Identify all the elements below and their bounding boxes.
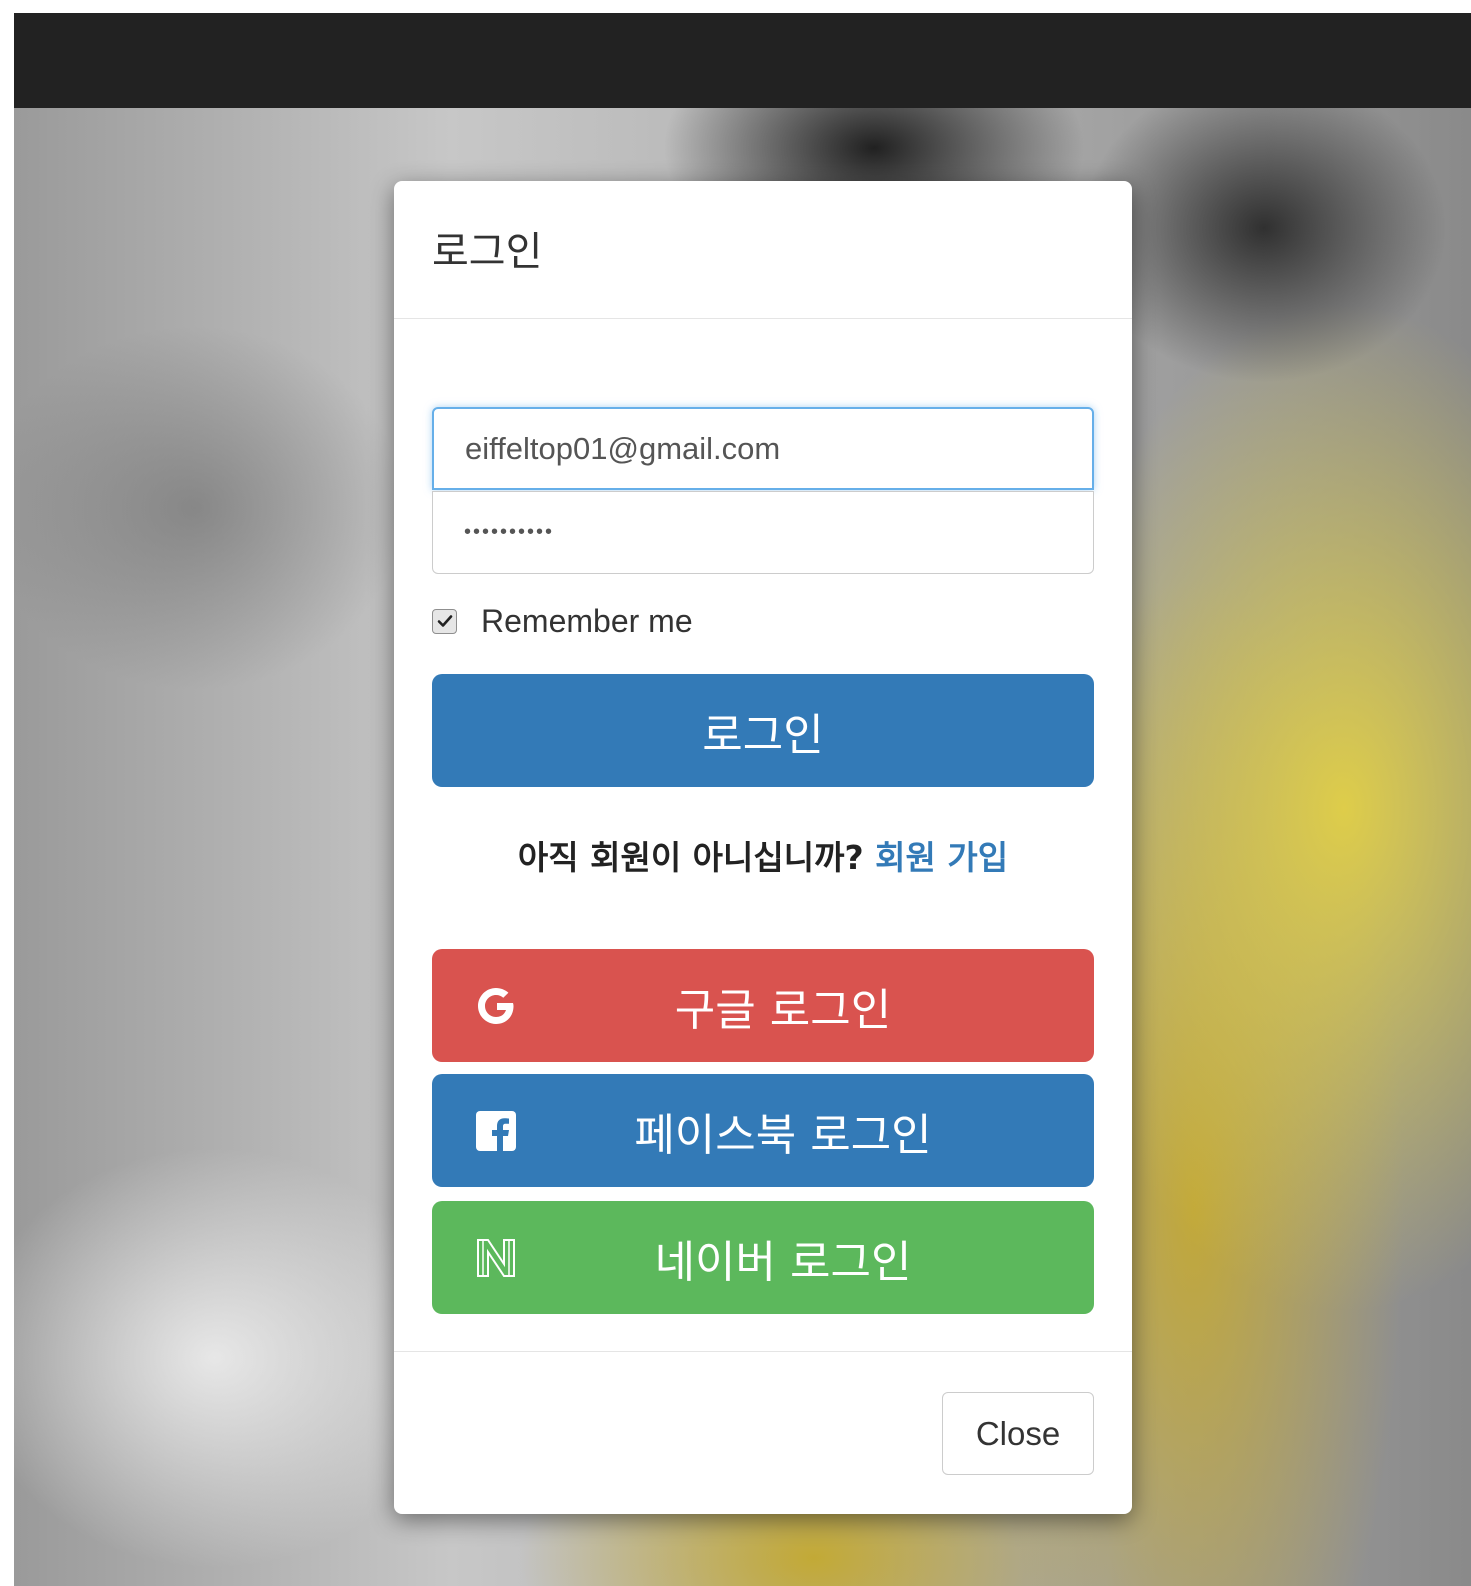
modal-header: 로그인 bbox=[394, 181, 1132, 319]
modal-footer: Close bbox=[394, 1352, 1132, 1514]
login-button-label: 로그인 bbox=[702, 709, 824, 761]
email-input[interactable] bbox=[432, 407, 1094, 490]
signup-link[interactable]: 회원 가입 bbox=[875, 838, 1008, 877]
naver-icon bbox=[472, 1234, 520, 1282]
login-modal: 로그인 Remember me 로그인 아직 회원이 아니십니까? 회원 가입 bbox=[394, 181, 1132, 1514]
close-button[interactable]: Close bbox=[942, 1392, 1094, 1475]
google-icon bbox=[472, 982, 520, 1030]
google-login-button[interactable]: 구글 로그인 bbox=[432, 949, 1094, 1062]
login-button[interactable]: 로그인 bbox=[432, 674, 1094, 787]
facebook-icon bbox=[472, 1107, 520, 1155]
facebook-login-button[interactable]: 페이스북 로그인 bbox=[432, 1074, 1094, 1187]
google-login-label: 구글 로그인 bbox=[674, 984, 892, 1036]
remember-me-row[interactable]: Remember me bbox=[432, 601, 693, 641]
modal-body: Remember me 로그인 아직 회원이 아니십니까? 회원 가입 구글 로… bbox=[394, 319, 1132, 1352]
page-frame: 로그인 Remember me 로그인 아직 회원이 아니십니까? 회원 가입 bbox=[14, 13, 1471, 1586]
naver-login-label: 네이버 로그인 bbox=[654, 1236, 912, 1288]
remember-me-label: Remember me bbox=[481, 602, 693, 639]
top-navbar bbox=[14, 13, 1471, 108]
naver-login-button[interactable]: 네이버 로그인 bbox=[432, 1201, 1094, 1314]
password-input[interactable] bbox=[432, 491, 1094, 574]
facebook-login-label: 페이스북 로그인 bbox=[634, 1109, 932, 1161]
remember-me-checkbox[interactable] bbox=[432, 608, 457, 634]
checkmark-icon bbox=[437, 615, 452, 627]
signup-prompt-text: 아직 회원이 아니십니까? bbox=[517, 838, 864, 877]
modal-title: 로그인 bbox=[432, 229, 543, 275]
close-button-label: Close bbox=[975, 1414, 1061, 1452]
signup-prompt-row: 아직 회원이 아니십니까? 회원 가입 bbox=[394, 831, 1132, 879]
